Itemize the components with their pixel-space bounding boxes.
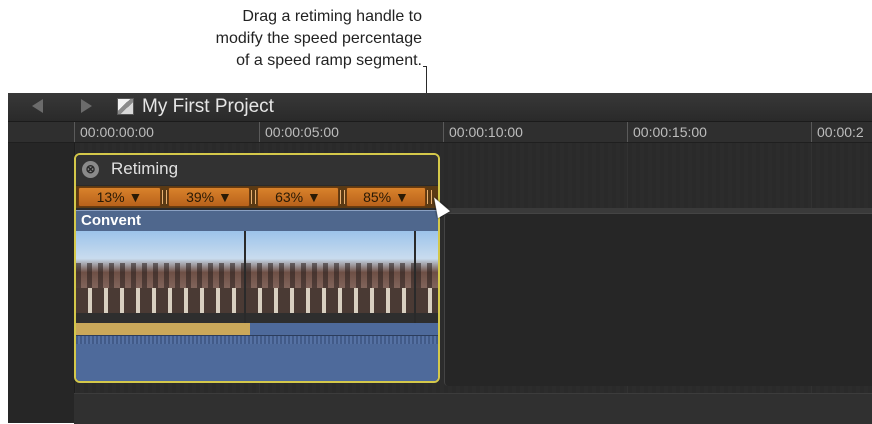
clip-thumbnail [76,231,244,323]
timeline-ruler[interactable]: 00:00:00:00 00:00:05:00 00:00:10:00 00:0… [8,122,872,143]
project-title[interactable]: My First Project [142,96,274,118]
ruler-timecode: 00:00:15:00 [633,124,707,140]
clip-thumbnail [246,231,414,323]
callout-line-3: of a speed ramp segment. [236,52,422,69]
selected-clip[interactable]: ⊗ Retiming 13% ▼ 39% ▼ 63% ▼ 85% ▼ Conve… [74,153,440,383]
callout-text: Drag a retiming handle to modify the spe… [102,6,422,72]
timeline-titlebar: My First Project [8,93,872,122]
speed-ramp-bar: 13% ▼ 39% ▼ 63% ▼ 85% ▼ [76,186,438,208]
close-icon[interactable]: ⊗ [82,161,99,178]
retiming-header: ⊗ Retiming [76,155,438,185]
clip-name: Convent [81,212,141,229]
speed-segment-3[interactable]: 63% ▼ [257,187,339,207]
ruler-tick [627,122,628,142]
track-gutter [8,143,75,423]
retiming-handle[interactable] [340,190,345,204]
speed-segment-1[interactable]: 13% ▼ [78,187,161,207]
ruler-tick [811,122,812,142]
ruler-tick [259,122,260,142]
adjacent-clip-area [444,213,872,386]
lower-lane [74,393,872,424]
speed-segment-2[interactable]: 39% ▼ [168,187,250,207]
ruler-tick [74,122,75,142]
ruler-timecode: 00:00:2 [817,124,864,140]
ruler-timecode: 00:00:10:00 [449,124,523,140]
forward-arrow-icon[interactable] [81,99,92,113]
project-icon [117,98,134,115]
retiming-label: Retiming [111,159,179,178]
ruler-tick [443,122,444,142]
speed-segment-4[interactable]: 85% ▼ [346,187,426,207]
audio-waveform [76,323,438,381]
waveform-upper [76,323,438,336]
clip-thumbnail [416,231,438,323]
callout-line-1: Drag a retiming handle to [242,8,422,25]
back-arrow-icon[interactable] [32,99,43,113]
timeline-window: My First Project 00:00:00:00 00:00:05:00… [8,93,872,424]
retiming-handle[interactable] [251,190,256,204]
waveform-lower [76,336,438,344]
ruler-timecode: 00:00:00:00 [80,124,154,140]
retiming-handle[interactable] [162,190,167,204]
callout-line-2: modify the speed percentage [215,30,422,47]
ruler-timecode: 00:00:05:00 [265,124,339,140]
clip-name-bar: Convent [76,210,438,231]
